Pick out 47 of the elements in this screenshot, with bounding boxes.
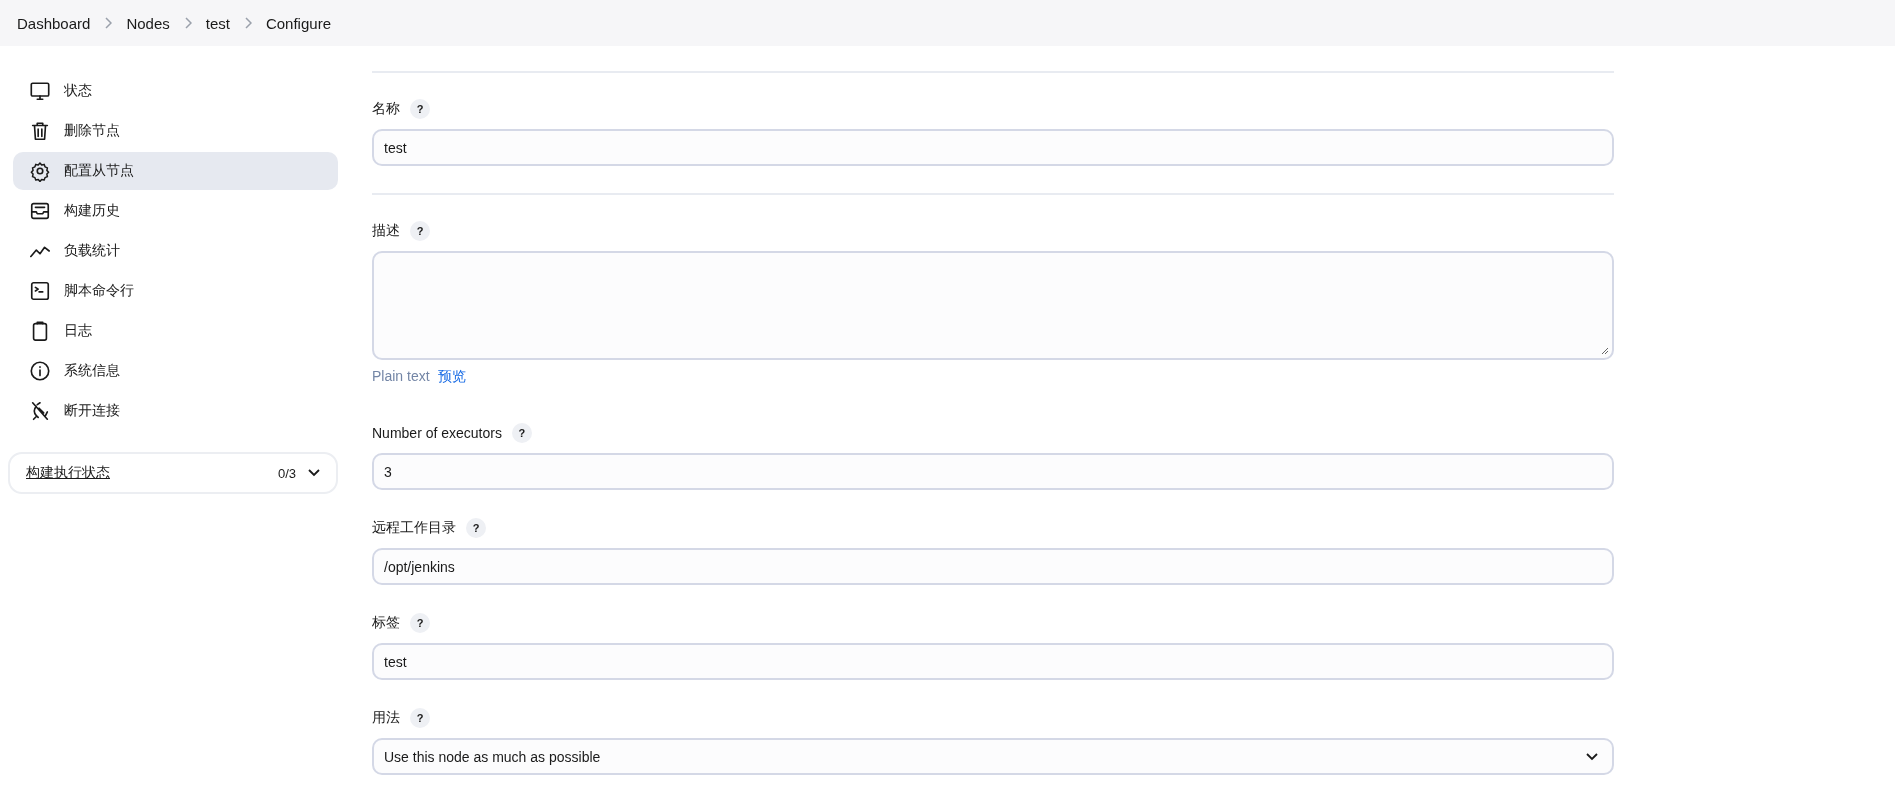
field-label: 描述 bbox=[372, 222, 400, 240]
help-button[interactable]: ? bbox=[410, 221, 430, 241]
breadcrumb-link[interactable]: test bbox=[205, 14, 230, 32]
sidebar-item[interactable]: 系统信息 bbox=[13, 352, 338, 390]
sidebar-item[interactable]: 配置从节点 bbox=[13, 152, 338, 190]
resize-grip-icon[interactable] bbox=[1601, 347, 1609, 355]
input-field[interactable]: 3 bbox=[372, 453, 1614, 490]
sidebar-item[interactable]: 负载统计 bbox=[13, 232, 338, 270]
info-icon bbox=[29, 360, 51, 382]
format-label: Plain text bbox=[372, 368, 430, 386]
chevron-down-icon bbox=[1586, 752, 1598, 761]
sidebar-item[interactable]: 脚本命令行 bbox=[13, 272, 338, 310]
field-label: 标签 bbox=[372, 614, 400, 632]
gear-icon bbox=[29, 160, 51, 182]
sidebar-item[interactable]: 日志 bbox=[13, 312, 338, 350]
chevron-right-icon bbox=[104, 17, 113, 29]
help-button[interactable]: ? bbox=[511, 423, 532, 443]
executor-status-link[interactable]: 构建执行状态 bbox=[26, 464, 278, 482]
trash-icon bbox=[29, 120, 51, 142]
tray-icon bbox=[29, 200, 51, 222]
sidebar-item[interactable]: 断开连接 bbox=[13, 392, 338, 430]
unplug-icon bbox=[29, 400, 51, 422]
breadcrumb-link[interactable]: Nodes bbox=[126, 14, 170, 32]
breadcrumb-link[interactable]: Configure bbox=[265, 14, 331, 32]
chevron-down-icon[interactable] bbox=[308, 469, 320, 477]
help-button[interactable]: ? bbox=[410, 613, 430, 633]
sidebar-item[interactable]: 构建历史 bbox=[13, 192, 338, 230]
sidebar-item[interactable]: 删除节点 bbox=[13, 112, 338, 150]
field-label: 名称 bbox=[372, 100, 400, 118]
monitor-icon bbox=[29, 80, 51, 102]
input-field[interactable]: test bbox=[372, 129, 1614, 166]
help-button[interactable]: ? bbox=[466, 518, 486, 538]
usage-select[interactable]: Use this node as much as possible bbox=[372, 738, 1614, 775]
field-label: Number of executors bbox=[372, 425, 502, 441]
input-field[interactable]: test bbox=[372, 643, 1614, 680]
breadcrumb-link[interactable]: Dashboard bbox=[17, 14, 91, 32]
chevron-right-icon bbox=[243, 17, 252, 29]
chevron-right-icon bbox=[183, 17, 192, 29]
executor-count: 0/3 bbox=[277, 465, 296, 481]
input-field[interactable]: /opt/jenkins bbox=[372, 548, 1614, 585]
terminal-icon bbox=[29, 280, 51, 302]
help-button[interactable]: ? bbox=[410, 708, 430, 728]
field-label: 用法 bbox=[372, 709, 400, 727]
field-label: 远程工作目录 bbox=[372, 519, 456, 537]
help-button[interactable]: ? bbox=[410, 99, 430, 119]
preview-link[interactable]: 预览 bbox=[437, 368, 466, 386]
sidebar-item[interactable]: 状态 bbox=[13, 72, 338, 110]
